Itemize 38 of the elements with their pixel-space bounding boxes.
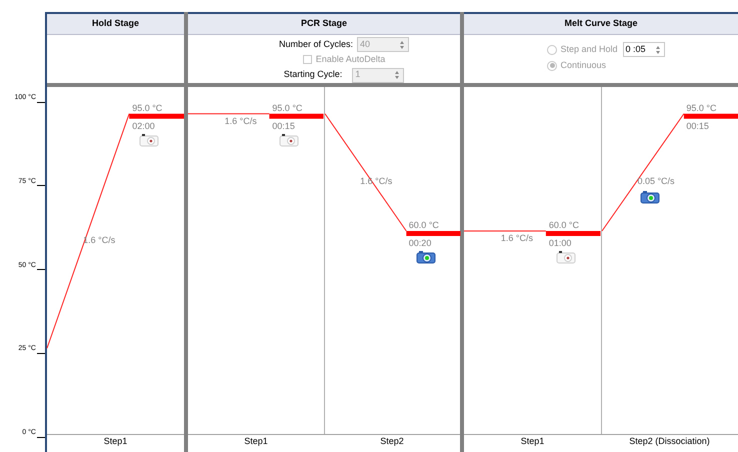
camera-icon[interactable] bbox=[279, 132, 300, 147]
step-label: Step1 bbox=[104, 435, 128, 448]
step-label: Step2 bbox=[380, 435, 404, 448]
camera-icon[interactable] bbox=[556, 250, 576, 264]
temperature-label[interactable]: 95.0 °C bbox=[132, 102, 162, 116]
stage-header: Melt Curve Stage bbox=[464, 12, 738, 35]
camera-icon[interactable] bbox=[139, 132, 160, 147]
autodelta-label: Enable AutoDelta bbox=[316, 53, 386, 66]
spin-arrows-icon[interactable] bbox=[393, 69, 402, 81]
time-label[interactable]: 00:15 bbox=[686, 120, 709, 134]
stage-header: PCR Stage bbox=[188, 12, 460, 35]
spin-arrows-icon[interactable] bbox=[654, 44, 662, 56]
camera-icon[interactable] bbox=[416, 250, 436, 264]
step-label: Step2 (Dissociation) bbox=[629, 435, 710, 448]
time-label[interactable]: 00:15 bbox=[272, 120, 295, 134]
time-label[interactable]: 01:00 bbox=[548, 237, 572, 250]
temperature-label[interactable]: 95.0 °C bbox=[272, 102, 302, 116]
radio-label: Continuous bbox=[560, 59, 606, 72]
camera-icon[interactable] bbox=[640, 190, 660, 204]
temperature-label[interactable]: 60.0 °C bbox=[408, 219, 439, 232]
step-label: Step1 bbox=[520, 435, 544, 448]
radio-label: Step and Hold bbox=[560, 42, 618, 56]
ramp-rate-label[interactable]: 1.6 °C/s bbox=[360, 175, 392, 189]
cycles-label: Number of Cycles: bbox=[278, 38, 354, 51]
ramp-rate-label[interactable]: 1.6 °C/s bbox=[224, 114, 257, 128]
stage-header: Hold Stage bbox=[47, 12, 184, 35]
time-label[interactable]: 02:00 bbox=[132, 120, 155, 134]
ramp-rate-label[interactable]: 0.05 °C/s bbox=[637, 175, 675, 189]
hold-bar[interactable] bbox=[129, 114, 184, 119]
time-label[interactable]: 00:20 bbox=[408, 237, 432, 250]
hold-bar[interactable] bbox=[683, 114, 738, 119]
spin-arrows-icon[interactable] bbox=[398, 38, 406, 50]
starting-cycle-label: Starting Cycle: bbox=[284, 68, 342, 82]
ramp-rate-label[interactable]: 1.6 °C/s bbox=[500, 232, 533, 246]
step-label: Step1 bbox=[244, 435, 268, 448]
hold-bar[interactable] bbox=[269, 114, 324, 119]
temperature-label[interactable]: 95.0 °C bbox=[686, 102, 717, 116]
temperature-label[interactable]: 60.0 °C bbox=[548, 219, 580, 232]
